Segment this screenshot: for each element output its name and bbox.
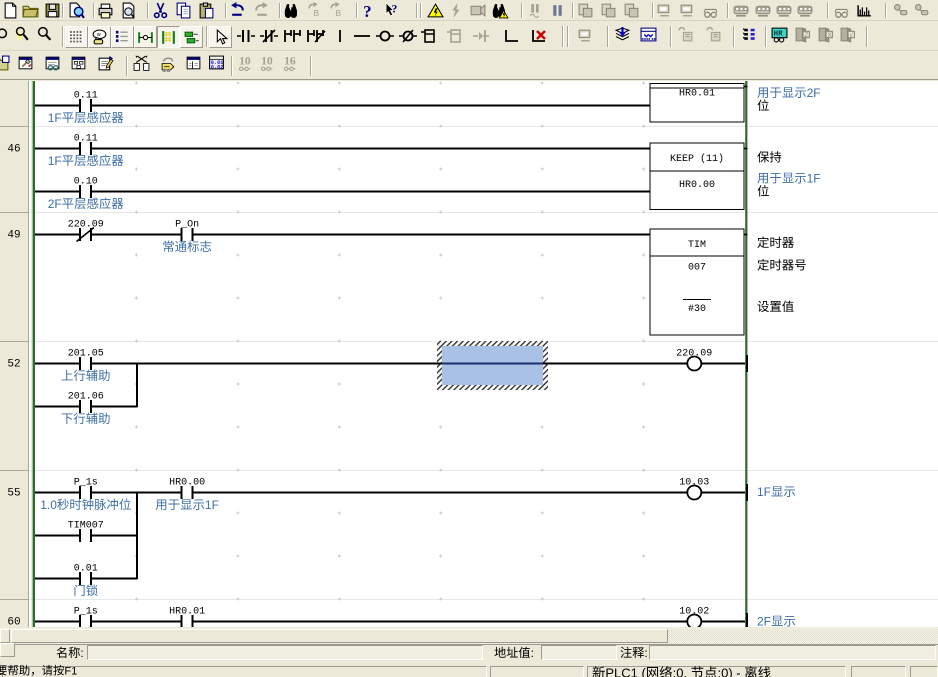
svg-text::: : bbox=[531, 646, 534, 660]
svg-text::: : bbox=[644, 646, 647, 660]
svg-text::0,: :0, bbox=[673, 666, 687, 677]
svg-text:F1: F1 bbox=[64, 666, 77, 677]
svg-text::: : bbox=[80, 646, 83, 660]
svg-text:PLC1 (: PLC1 ( bbox=[605, 666, 646, 677]
svg-text::0) -: :0) - bbox=[718, 666, 741, 677]
